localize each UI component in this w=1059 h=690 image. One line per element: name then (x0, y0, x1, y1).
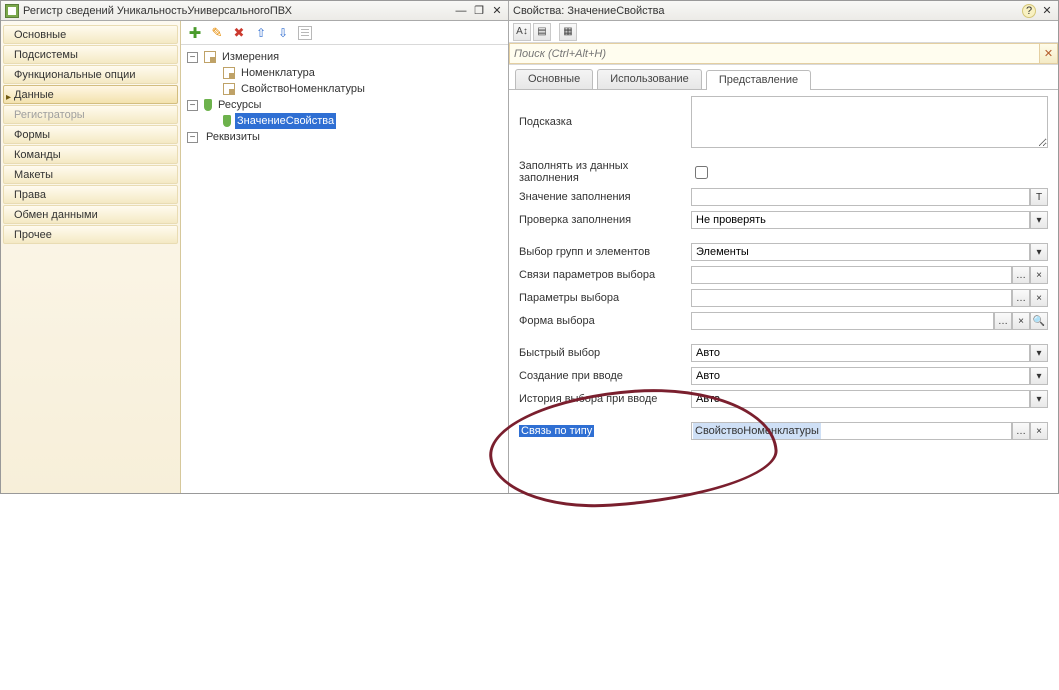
tree-group-dimensions[interactable]: Измерения (220, 49, 281, 65)
label-pick-params: Параметры выбора (519, 292, 691, 304)
link-by-type-value: СвойствоНоменклатуры (693, 423, 821, 439)
label-fill-check: Проверка заполнения (519, 214, 691, 226)
label-quick-pick: Быстрый выбор (519, 347, 691, 359)
label-history-on-input: История выбора при вводе (519, 393, 691, 405)
props-body: Подсказка Заполнять из данных заполнения… (509, 90, 1058, 447)
label-create-on-input: Создание при вводе (519, 370, 691, 382)
pick-params-clear[interactable]: × (1030, 289, 1048, 307)
tree-twisty[interactable]: − (187, 132, 198, 143)
nav-item-main[interactable]: Основные (3, 25, 178, 44)
left-title: Регистр сведений УникальностьУниверсальн… (23, 5, 292, 17)
tree-res-1[interactable]: ЗначениеСвойства (235, 113, 336, 129)
edit-icon[interactable]: ✎ (209, 25, 225, 41)
tab-presentation[interactable]: Представление (706, 70, 811, 90)
add-icon[interactable]: ✚ (187, 25, 203, 41)
group-pick-dropdown[interactable]: ▾ (1030, 243, 1048, 261)
quick-pick-select[interactable] (691, 344, 1030, 362)
right-title: Свойства: ЗначениеСвойства (513, 5, 665, 17)
props-action-button[interactable]: ▦ (559, 23, 577, 41)
tree-twisty[interactable]: − (187, 52, 198, 63)
pick-form-search[interactable]: 🔍 (1030, 312, 1048, 330)
link-by-type-input[interactable]: СвойствоНоменклатуры (691, 422, 1012, 440)
pick-form-clear[interactable]: × (1012, 312, 1030, 330)
create-on-input-select[interactable] (691, 367, 1030, 385)
pick-params-edit[interactable]: … (1012, 289, 1030, 307)
tree-group-attributes[interactable]: Реквизиты (204, 129, 262, 145)
register-icon (5, 4, 19, 18)
move-down-icon[interactable]: ⇩ (275, 25, 291, 41)
tree-dim-1[interactable]: Номенклатура (239, 65, 317, 81)
right-help-button[interactable]: ? (1022, 4, 1036, 18)
history-on-input-dropdown[interactable]: ▾ (1030, 390, 1048, 408)
param-links-edit[interactable]: … (1012, 266, 1030, 284)
dimension-group-icon (204, 51, 216, 63)
label-group-pick: Выбор групп и элементов (519, 246, 691, 258)
close-button[interactable]: ✕ (490, 4, 504, 18)
clear-search-button[interactable]: ✕ (1040, 43, 1058, 64)
param-links-input[interactable] (691, 266, 1012, 284)
nav-item-layouts[interactable]: Макеты (3, 165, 178, 184)
history-on-input-select[interactable] (691, 390, 1030, 408)
dimension-icon (223, 83, 235, 95)
pick-params-input[interactable] (691, 289, 1012, 307)
fill-value-type-button[interactable]: T (1030, 188, 1048, 206)
label-hint: Подсказка (519, 116, 691, 128)
group-pick-select[interactable] (691, 243, 1030, 261)
label-fill-from-data: Заполнять из данных заполнения (519, 160, 691, 184)
tab-usage[interactable]: Использование (597, 69, 702, 89)
pick-form-input[interactable] (691, 312, 994, 330)
tree-toolbar: ✚ ✎ ✖ ⇧ ⇩ (181, 21, 508, 45)
label-pick-form: Форма выбора (519, 315, 691, 327)
category-view-button[interactable]: ▤ (533, 23, 551, 41)
left-titlebar: Регистр сведений УникальностьУниверсальн… (1, 1, 508, 21)
resource-group-icon (204, 99, 212, 111)
param-links-clear[interactable]: × (1030, 266, 1048, 284)
fill-check-dropdown[interactable]: ▾ (1030, 211, 1048, 229)
nav-item-forms[interactable]: Формы (3, 125, 178, 144)
tree-twisty[interactable]: − (187, 100, 198, 111)
props-toolbar: A↕ ▤ ▦ (509, 21, 1058, 43)
nav-item-exchange[interactable]: Обмен данными (3, 205, 178, 224)
props-search-input[interactable] (509, 43, 1040, 64)
props-tabs: Основные Использование Представление (509, 65, 1058, 90)
fill-from-data-checkbox[interactable] (695, 166, 708, 179)
delete-icon[interactable]: ✖ (231, 25, 247, 41)
nav-item-commands[interactable]: Команды (3, 145, 178, 164)
label-link-by-type: Связь по типу (519, 425, 594, 437)
label-param-links: Связи параметров выбора (519, 269, 691, 281)
restore-button[interactable]: ❐ (472, 4, 486, 18)
minimize-button[interactable]: — (454, 4, 468, 18)
tab-main[interactable]: Основные (515, 69, 593, 89)
hint-textarea[interactable] (691, 96, 1048, 148)
pick-form-edit[interactable]: … (994, 312, 1012, 330)
tree-group-resources[interactable]: Ресурсы (216, 97, 263, 113)
nav-item-other[interactable]: Прочее (3, 225, 178, 244)
right-titlebar: Свойства: ЗначениеСвойства ? ✕ (509, 1, 1058, 21)
tree-dim-2[interactable]: СвойствоНоменклатуры (239, 81, 367, 97)
structure-tree: − Измерения Номенклатура СвойствоНоменкла… (181, 45, 508, 149)
nav-item-subsystems[interactable]: Подсистемы (3, 45, 178, 64)
label-fill-value: Значение заполнения (519, 191, 691, 203)
dimension-icon (223, 67, 235, 79)
quick-pick-dropdown[interactable]: ▾ (1030, 344, 1048, 362)
resource-icon (223, 115, 231, 127)
nav-item-funcopts[interactable]: Функциональные опции (3, 65, 178, 84)
nav-sidebar: Основные Подсистемы Функциональные опции… (1, 21, 181, 493)
link-by-type-clear[interactable]: × (1030, 422, 1048, 440)
nav-item-rights[interactable]: Права (3, 185, 178, 204)
right-close-button[interactable]: ✕ (1040, 4, 1054, 18)
move-up-icon[interactable]: ⇧ (253, 25, 269, 41)
fill-value-input[interactable] (691, 188, 1030, 206)
list-doc-icon[interactable] (297, 25, 313, 41)
nav-item-data[interactable]: Данные (3, 85, 178, 104)
sort-az-button[interactable]: A↕ (513, 23, 531, 41)
link-by-type-edit[interactable]: … (1012, 422, 1030, 440)
nav-item-registrators[interactable]: Регистраторы (3, 105, 178, 124)
fill-check-select[interactable] (691, 211, 1030, 229)
create-on-input-dropdown[interactable]: ▾ (1030, 367, 1048, 385)
